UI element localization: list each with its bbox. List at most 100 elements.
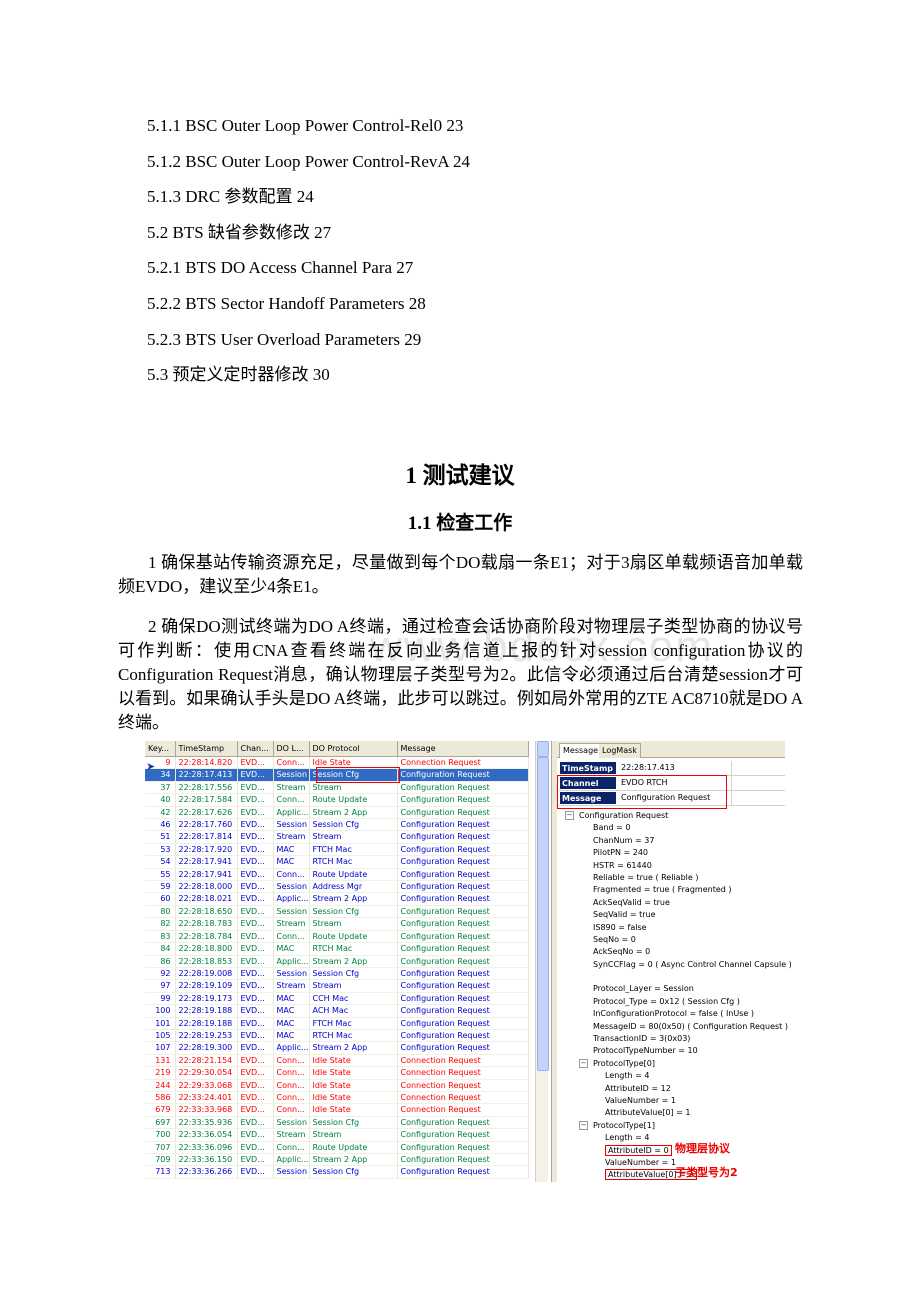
column-header[interactable]: Key... — [145, 741, 176, 757]
column-header[interactable]: DO Protocol — [309, 741, 398, 757]
cell-key: 83 — [145, 930, 176, 944]
cell-chan: EVD... — [237, 942, 274, 956]
table-row[interactable]: 709 22:33:36.150 EVD... Applic... Stream 2 A… — [145, 1153, 529, 1167]
tree-node[interactable]: − ProtocolType[1] — [563, 1120, 785, 1132]
cell-layer: MAC — [273, 1017, 310, 1030]
table-row[interactable]: 54 22:28:17.941 EVD... MAC RTCH Mac Configura… — [145, 855, 529, 869]
cell-chan: EVD... — [237, 880, 274, 894]
table-row[interactable]: 40 22:28:17.584 EVD... Conn... Route Update C… — [145, 793, 529, 807]
table-row[interactable]: 37 22:28:17.556 EVD... Stream Stream Configur… — [145, 781, 529, 795]
table-row[interactable]: 82 22:28:18.783 EVD... Stream Stream Configur… — [145, 917, 529, 931]
cell-key: 713 — [145, 1165, 176, 1179]
table-row[interactable]: 59 22:28:18.000 EVD... Session Address Mgr Co… — [145, 880, 529, 894]
scroll-thumb[interactable] — [537, 757, 549, 1071]
column-header[interactable]: TimeStamp — [175, 741, 238, 757]
cell-msg: Connection Request — [397, 1091, 529, 1105]
table-row[interactable]: 53 22:28:17.920 EVD... MAC FTCH Mac Configura… — [145, 843, 529, 857]
vertical-scrollbar[interactable] — [535, 741, 549, 1182]
table-row[interactable]: 586 22:33:24.401 EVD... Conn... Idle State Co… — [145, 1091, 529, 1105]
table-row[interactable]: 101 22:28:19.188 EVD... MAC FTCH Mac Configur… — [145, 1017, 529, 1030]
table-row[interactable]: 97 22:28:19.109 EVD... Stream Stream Configur… — [145, 979, 529, 993]
table-row[interactable]: 105 22:28:19.253 EVD... MAC RTCH Mac Configur… — [145, 1029, 529, 1043]
toc-entry[interactable]: 5.1.2 BSC Outer Loop Power Control-RevA … — [147, 144, 470, 180]
cell-proto: FTCH Mac — [309, 1017, 398, 1030]
table-row[interactable]: 713 22:33:36.266 EVD... Session Session Cfg C… — [145, 1165, 529, 1179]
tree-node[interactable]: − Configuration Request — [563, 810, 785, 822]
cell-key: 51 — [145, 830, 176, 844]
cell-msg: Configuration Request — [397, 967, 529, 981]
cell-chan: EVD... — [237, 793, 274, 807]
table-row[interactable]: 80 22:28:18.650 EVD... Session Session Cfg Co… — [145, 905, 529, 919]
toc-entry[interactable]: 5.1.1 BSC Outer Loop Power Control-Rel0 … — [147, 108, 470, 144]
cell-layer: Session — [273, 1165, 310, 1179]
tree-node: AttributeID = 12 — [563, 1083, 785, 1095]
table-row[interactable]: 84 22:28:18.800 EVD... MAC RTCH Mac Configura… — [145, 942, 529, 956]
table-row[interactable]: 99 22:28:19.173 EVD... MAC CCH Mac Configurat… — [145, 992, 529, 1006]
column-header[interactable]: Message — [397, 741, 529, 757]
cell-ts: 22:28:17.413 — [175, 768, 238, 782]
toc-entry[interactable]: 5.2.3 BTS User Overload Parameters 29 — [147, 322, 470, 358]
paragraph-1: 1 确保基站传输资源充足，尽量做到每个DO载扇一条E1；对于3扇区单载频语音加单… — [118, 553, 803, 596]
table-row[interactable]: 244 22:29:33.068 EVD... Conn... Idle State Co… — [145, 1079, 529, 1092]
cell-ts: 22:33:36.054 — [175, 1128, 238, 1142]
cell-layer: Conn... — [273, 1103, 310, 1117]
table-row[interactable]: 83 22:28:18.784 EVD... Conn... Route Update C… — [145, 930, 529, 944]
cell-proto: Idle State — [309, 1066, 398, 1080]
table-row[interactable]: 700 22:33:36.054 EVD... Stream Stream Configu… — [145, 1128, 529, 1142]
cell-layer: MAC — [273, 1004, 310, 1018]
tree-node-label: AttributeID = 0 — [605, 1144, 672, 1156]
table-row[interactable]: 100 22:28:19.188 EVD... MAC ACH Mac Configura… — [145, 1004, 529, 1018]
cell-layer: Applic... — [273, 806, 310, 820]
table-row[interactable]: 51 22:28:17.814 EVD... Stream Stream Configur… — [145, 830, 529, 844]
cell-msg: Configuration Request — [397, 1165, 529, 1179]
cell-layer: Session — [273, 905, 310, 919]
tree-node: Length = 4 — [563, 1070, 785, 1082]
cell-chan: EVD... — [237, 756, 274, 770]
tree-node: Protocol_Layer = Session — [563, 983, 785, 995]
tree-node-label: ProtocolType[0] — [593, 1058, 655, 1068]
cell-chan: EVD... — [237, 1079, 274, 1092]
toc-entry[interactable]: 5.2.1 BTS DO Access Channel Para 27 — [147, 250, 470, 286]
collapse-icon[interactable]: − — [579, 1058, 588, 1068]
toc-entry[interactable]: 5.3 预定义定时器修改 30 — [147, 357, 470, 393]
scroll-up-button[interactable] — [537, 741, 549, 757]
column-header[interactable]: Chan... — [237, 741, 274, 757]
table-row[interactable]: 107 22:28:19.300 EVD... Applic... Stream 2 A… — [145, 1041, 529, 1055]
table-row[interactable]: 697 22:33:35.936 EVD... Session Session Cfg C… — [145, 1116, 529, 1130]
collapse-icon[interactable]: − — [579, 1120, 588, 1130]
cell-key: 42 — [145, 806, 176, 820]
cell-msg: Connection Request — [397, 1066, 529, 1080]
column-header[interactable]: DO L... — [273, 741, 310, 757]
table-row[interactable]: 707 22:33:36.096 EVD... Conn... Route Update… — [145, 1141, 529, 1155]
tab-message[interactable]: Message — [559, 743, 603, 758]
toc-entry[interactable]: 5.2 BTS 缺省参数修改 27 — [147, 215, 470, 251]
cell-layer: MAC — [273, 1029, 310, 1043]
table-row[interactable]: 42 22:28:17.626 EVD... Applic... Stream 2 Ap… — [145, 806, 529, 820]
cell-proto: Stream — [309, 781, 398, 795]
table-row[interactable]: 46 22:28:17.760 EVD... Session Session Cfg Co… — [145, 818, 529, 832]
cell-proto: Stream — [309, 1128, 398, 1142]
cell-layer: MAC — [273, 992, 310, 1006]
toc-entry[interactable]: 5.1.3 DRC 参数配置 24 — [147, 179, 470, 215]
message-log-grid: Key... TimeStamp Chan... DO L... DO Protocol… — [145, 741, 529, 1182]
cell-ts: 22:29:30.054 — [175, 1066, 238, 1080]
field-label: TimeStamp — [559, 761, 617, 775]
table-row[interactable]: 92 22:28:19.008 EVD... Session Session Cfg Co… — [145, 967, 529, 981]
highlight-box-session-cfg — [316, 767, 400, 783]
table-row[interactable]: 679 22:33:33.968 EVD... Conn... Idle State Co… — [145, 1103, 529, 1117]
tree-node: AttributeValue[0] = 1 — [563, 1107, 785, 1119]
table-row[interactable]: 219 22:29:30.054 EVD... Conn... Idle State Co… — [145, 1066, 529, 1080]
cell-chan: EVD... — [237, 979, 274, 993]
tab-logmask[interactable]: LogMask — [599, 743, 641, 758]
toc-entry[interactable]: 5.2.2 BTS Sector Handoff Parameters 28 — [147, 286, 470, 322]
cell-layer: Session — [273, 880, 310, 894]
table-row[interactable]: 131 22:28:21.154 EVD... Conn... Idle State Co… — [145, 1054, 529, 1068]
collapse-icon[interactable]: − — [565, 811, 574, 820]
cell-msg: Configuration Request — [397, 892, 529, 906]
table-row[interactable]: 55 22:28:17.941 EVD... Conn... Route Update C… — [145, 868, 529, 882]
table-row[interactable]: 86 22:28:18.853 EVD... Applic... Stream 2 Ap… — [145, 955, 529, 968]
table-row[interactable]: 60 22:28:18.021 EVD... Applic... Stream 2 Ap… — [145, 892, 529, 906]
tree-node[interactable]: − ProtocolType[0] — [563, 1058, 785, 1070]
tree-node: MessageID = 80(0x50) ( Configuration Req… — [563, 1021, 788, 1033]
cell-msg: Connection Request — [397, 1103, 529, 1117]
